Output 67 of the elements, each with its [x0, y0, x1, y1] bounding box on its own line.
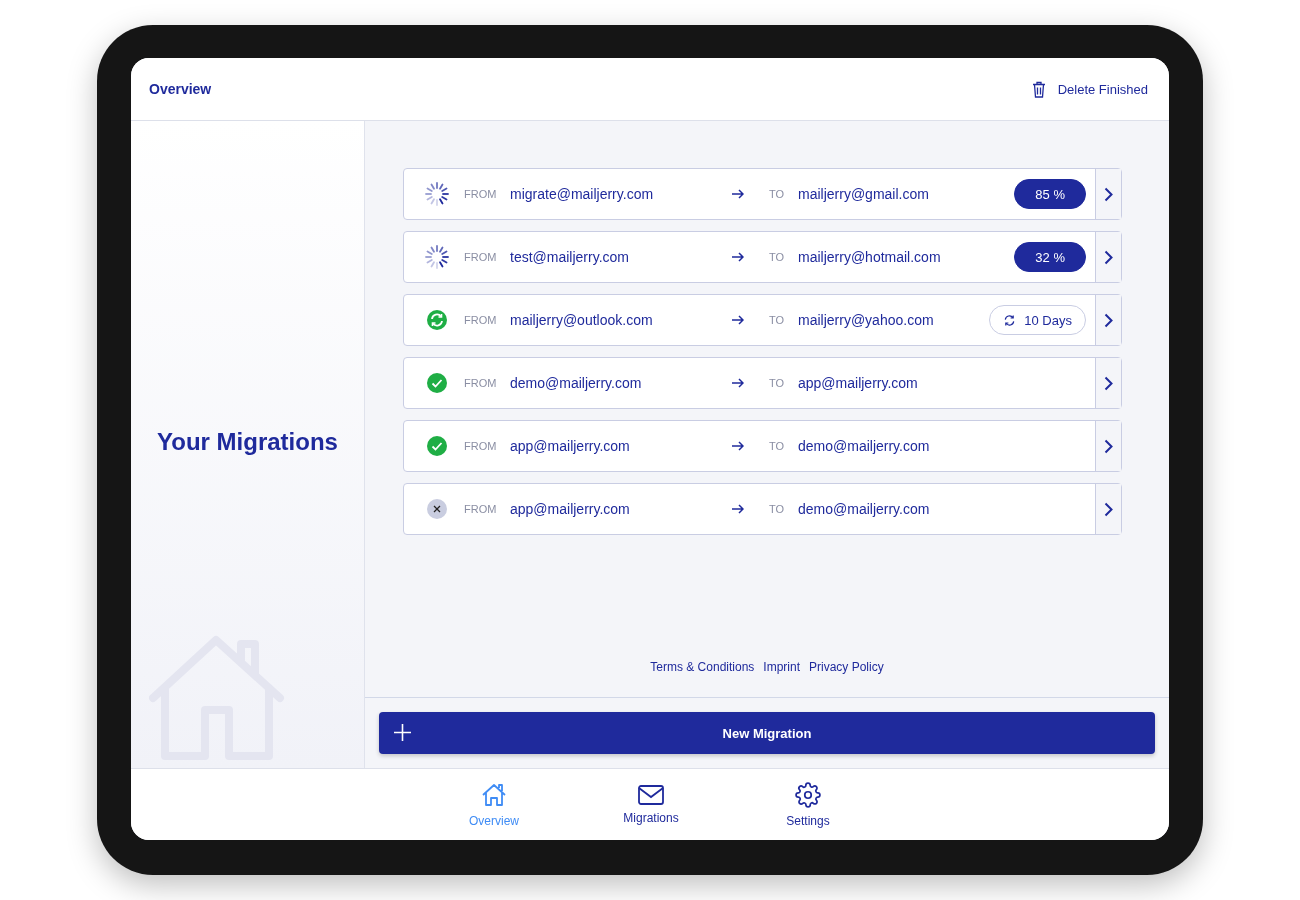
open-row-button[interactable] [1095, 358, 1121, 408]
open-row-button[interactable] [1095, 232, 1121, 282]
arrow-icon [732, 504, 744, 514]
new-migration-button[interactable]: New Migration [379, 712, 1155, 754]
from-email: test@mailjerry.com [510, 249, 630, 265]
from-label: FROM [464, 503, 498, 515]
nav-tab[interactable]: Migrations [600, 769, 702, 840]
from-email: migrate@mailjerry.com [510, 186, 655, 202]
to-label: TO [769, 314, 786, 326]
from-label: FROM [464, 251, 498, 263]
home-icon [481, 781, 507, 808]
nav-tab[interactable]: Overview [443, 769, 545, 840]
open-row-button[interactable] [1095, 169, 1121, 219]
footer-link[interactable]: Imprint [763, 660, 800, 674]
migration-row[interactable]: FROM migrate@mailjerry.com TO mailjerry@gmail.com 85 % [403, 168, 1122, 220]
to-email: mailjerry@hotmail.com [798, 249, 942, 265]
sidebar-title: Your Migrations [156, 428, 339, 456]
settings-icon [795, 781, 821, 808]
to-label: TO [769, 188, 786, 200]
chevron-right-icon [1104, 501, 1113, 517]
page-title: Overview [149, 81, 212, 97]
footer-link[interactable]: Privacy Policy [809, 660, 884, 674]
from-email: app@mailjerry.com [510, 438, 631, 454]
arrow-icon [732, 252, 744, 262]
chevron-right-icon [1104, 312, 1113, 328]
progress-badge: 32 % [1014, 242, 1086, 272]
arrow-icon [732, 441, 744, 451]
chevron-right-icon [1104, 186, 1113, 202]
mail-icon [638, 784, 664, 805]
migration-row[interactable]: FROM app@mailjerry.com TO demo@mailjerry.com [403, 483, 1122, 535]
delete-finished-button[interactable]: Delete Finished [1027, 76, 1152, 102]
from-email: app@mailjerry.com [510, 501, 631, 517]
arrow-icon [732, 189, 744, 199]
nav-tab[interactable]: Settings [757, 769, 859, 840]
to-email: demo@mailjerry.com [798, 438, 931, 454]
open-row-button[interactable] [1095, 421, 1121, 471]
to-label: TO [769, 251, 786, 263]
repeat-icon [1003, 313, 1017, 327]
migration-row[interactable]: FROM test@mailjerry.com TO mailjerry@hotmail.com 32 % [403, 231, 1122, 283]
from-label: FROM [464, 188, 498, 200]
open-row-button[interactable] [1095, 295, 1121, 345]
to-email: mailjerry@yahoo.com [798, 312, 935, 328]
progress-badge: 85 % [1014, 179, 1086, 209]
to-label: TO [769, 440, 786, 452]
to-label: TO [769, 503, 786, 515]
trash-icon [1031, 80, 1046, 98]
plus-icon [394, 724, 411, 741]
to-email: mailjerry@gmail.com [798, 186, 930, 202]
chevron-right-icon [1104, 375, 1113, 391]
migration-row[interactable]: FROM mailjerry@outlook.com TO mailjerry@yahoo.com 10 Days [403, 294, 1122, 346]
from-label: FROM [464, 314, 498, 326]
migration-row[interactable]: FROM app@mailjerry.com TO demo@mailjerry.com [403, 420, 1122, 472]
migration-row[interactable]: FROM demo@mailjerry.com TO app@mailjerry.com [403, 357, 1122, 409]
footer-link[interactable]: Terms & Conditions [650, 660, 755, 674]
to-email: app@mailjerry.com [798, 375, 919, 391]
to-email: demo@mailjerry.com [798, 501, 931, 517]
from-email: demo@mailjerry.com [510, 375, 643, 391]
arrow-icon [732, 378, 744, 388]
chevron-right-icon [1104, 249, 1113, 265]
open-row-button[interactable] [1095, 484, 1121, 534]
interval-badge: 10 Days [989, 305, 1086, 335]
from-label: FROM [464, 377, 498, 389]
chevron-right-icon [1104, 438, 1113, 454]
to-label: TO [769, 377, 786, 389]
from-email: mailjerry@outlook.com [510, 312, 654, 328]
from-label: FROM [464, 440, 498, 452]
arrow-icon [732, 315, 744, 325]
